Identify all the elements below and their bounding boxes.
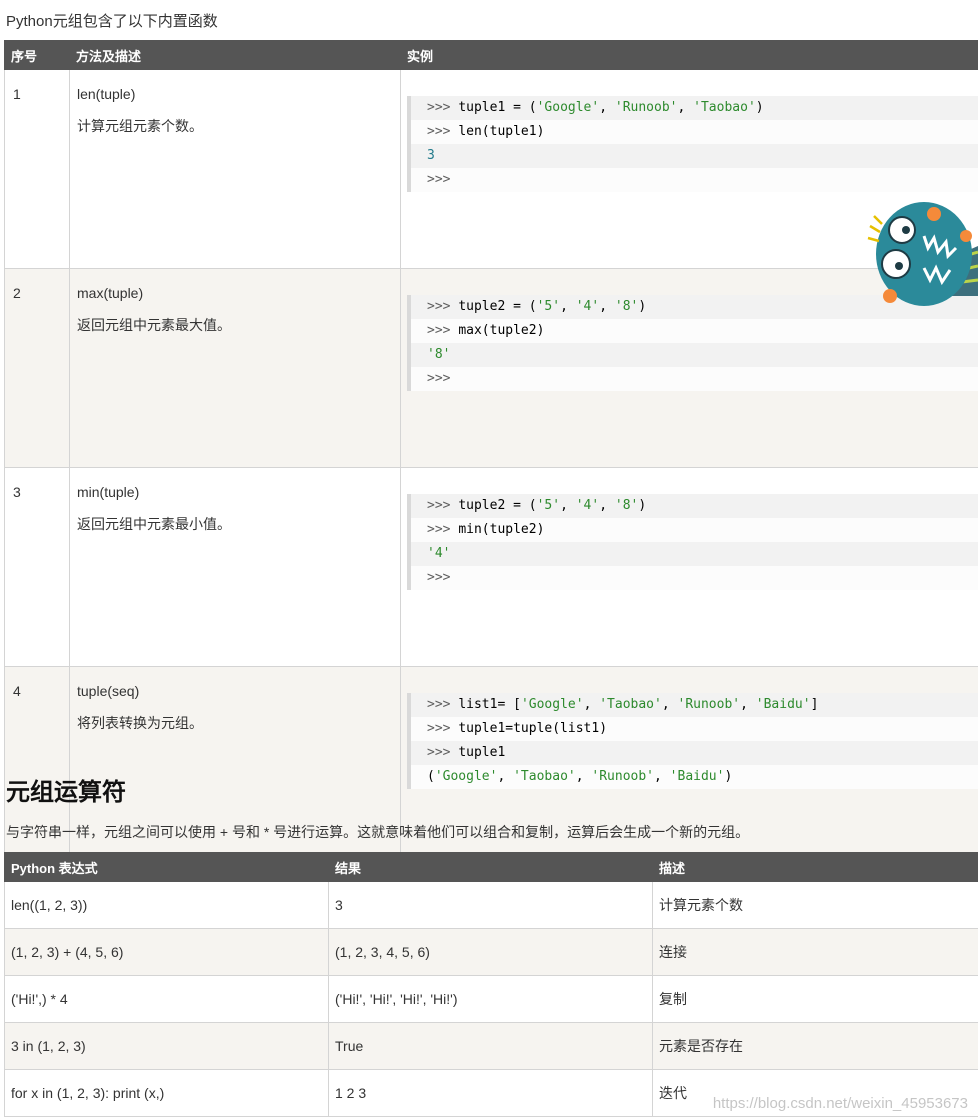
result-cell: True [328,1022,653,1070]
result-cell: (1, 2, 3, 4, 5, 6) [328,928,653,976]
code-line: >>> max(tuple2) [411,319,978,343]
function-number: 3 [4,467,70,667]
function-method-cell: len(tuple) 计算元组元素个数。 [69,69,401,269]
table-row: (1, 2, 3) + (4, 5, 6) (1, 2, 3, 4, 5, 6)… [4,928,978,976]
function-name: min(tuple) [77,484,140,500]
expression-cell: len((1, 2, 3)) [4,881,329,929]
code-line: >>> [411,566,978,590]
table-row: len((1, 2, 3)) 3 计算元素个数 [4,881,978,929]
watermark: https://blog.csdn.net/weixin_45953673 [712,1095,968,1112]
code-line: >>> [411,367,978,391]
header-number: 序号 [4,40,70,70]
code-block: >>> list1= ['Google', 'Taobao', 'Runoob'… [407,693,978,789]
header-example: 实例 [400,40,978,70]
function-description: 将列表转换为元组。 [77,715,203,731]
header-description: 描述 [652,852,978,882]
table-row: ('Hi!',) * 4 ('Hi!', 'Hi!', 'Hi!', 'Hi!'… [4,975,978,1023]
description-cell: 元素是否存在 [652,1022,978,1070]
header-expression: Python 表达式 [4,852,329,882]
section-description: 与字符串一样，元组之间可以使用 + 号和 * 号进行运算。这就意味着他们可以组合… [6,824,750,840]
code-line: 3 [411,144,978,168]
function-row: 2 max(tuple) 返回元组中元素最大值。 >>> tuple2 = ('… [4,268,978,468]
description-cell: 复制 [652,975,978,1023]
monster-mascot-icon [862,196,978,312]
result-cell: ('Hi!', 'Hi!', 'Hi!', 'Hi!') [328,975,653,1023]
code-line: >>> tuple1=tuple(list1) [411,717,978,741]
result-cell: 1 2 3 [328,1069,653,1117]
code-line: >>> min(tuple2) [411,518,978,542]
function-number: 1 [4,69,70,269]
code-block: >>> tuple1 = ('Google', 'Runoob', 'Taoba… [407,96,978,192]
code-line: >>> tuple1 = ('Google', 'Runoob', 'Taoba… [411,96,978,120]
table-row: 3 in (1, 2, 3) True 元素是否存在 [4,1022,978,1070]
functions-table: 序号 方法及描述 实例 1 len(tuple) 计算元组元素个数。 >>> t… [4,40,978,866]
result-cell: 3 [328,881,653,929]
description-cell: 计算元素个数 [652,881,978,929]
code-line: >>> [411,168,978,192]
code-line: >>> list1= ['Google', 'Taobao', 'Runoob'… [411,693,978,717]
header-result: 结果 [328,852,653,882]
expression-cell: ('Hi!',) * 4 [4,975,329,1023]
code-line: >>> len(tuple1) [411,120,978,144]
function-name: max(tuple) [77,285,144,301]
function-description: 返回元组中元素最小值。 [77,516,231,532]
function-method-cell: max(tuple) 返回元组中元素最大值。 [69,268,401,468]
code-line: '4' [411,542,978,566]
description-cell: 连接 [652,928,978,976]
expression-cell: 3 in (1, 2, 3) [4,1022,329,1070]
function-method-cell: min(tuple) 返回元组中元素最小值。 [69,467,401,667]
function-description: 计算元组元素个数。 [77,118,203,134]
function-row: 3 min(tuple) 返回元组中元素最小值。 >>> tuple2 = ('… [4,467,978,667]
operators-table: Python 表达式 结果 描述 len((1, 2, 3)) 3 计算元素个数… [4,852,978,1117]
code-line: '8' [411,343,978,367]
expression-cell: for x in (1, 2, 3): print (x,) [4,1069,329,1117]
function-row: 1 len(tuple) 计算元组元素个数。 >>> tuple1 = ('Go… [4,69,978,269]
function-example-cell: >>> tuple2 = ('5', '4', '8') >>> min(tupl… [400,467,978,667]
code-line: ('Google', 'Taobao', 'Runoob', 'Baidu') [411,765,978,789]
intro-text: Python元组包含了以下内置函数 [6,13,218,30]
code-line: >>> tuple1 [411,741,978,765]
function-name: tuple(seq) [77,683,140,699]
functions-table-header: 序号 方法及描述 实例 [4,40,978,70]
function-description: 返回元组中元素最大值。 [77,317,231,333]
operators-table-header: Python 表达式 结果 描述 [4,852,978,882]
function-name: len(tuple) [77,86,136,102]
header-method: 方法及描述 [69,40,401,70]
expression-cell: (1, 2, 3) + (4, 5, 6) [4,928,329,976]
section-heading: 元组运算符 [6,779,126,806]
code-line: >>> tuple2 = ('5', '4', '8') [411,494,978,518]
function-number: 2 [4,268,70,468]
code-block: >>> tuple2 = ('5', '4', '8') >>> min(tupl… [407,494,978,590]
